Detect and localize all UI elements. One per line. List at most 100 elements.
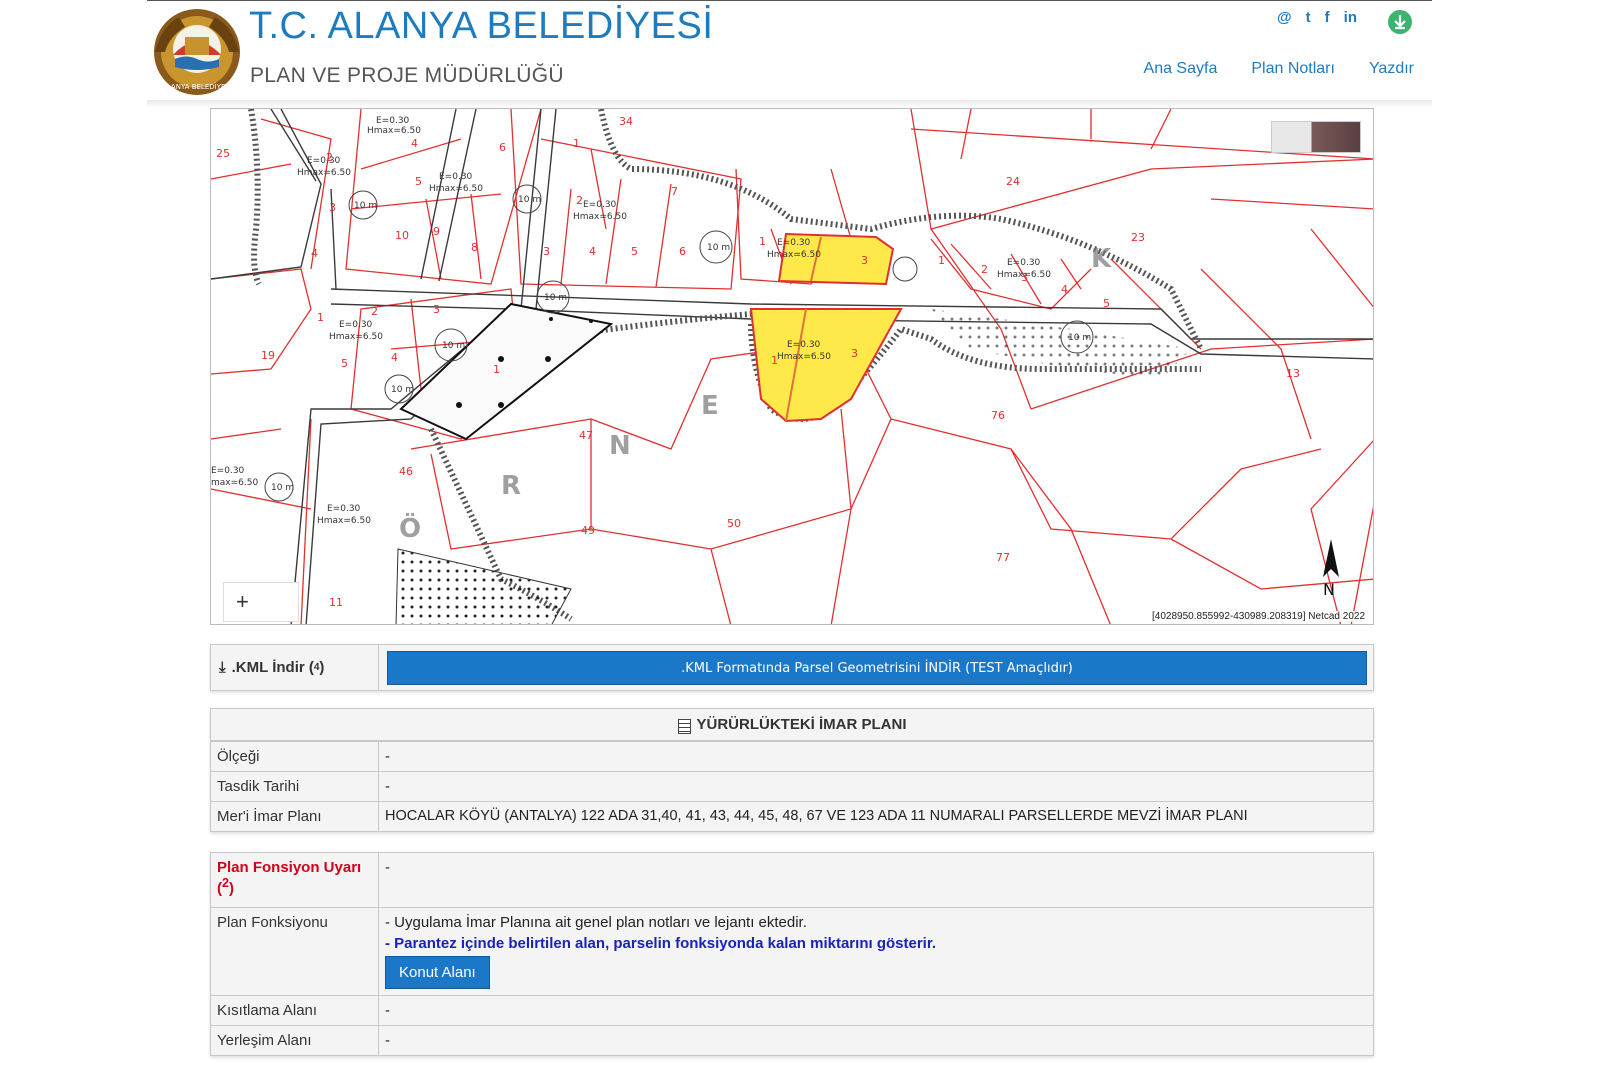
zoom-control: + — [223, 582, 299, 622]
download-arrow-icon: ⤓ — [219, 659, 226, 676]
svg-text:3: 3 — [851, 347, 858, 360]
plan-function-label: Plan Fonksiyonu — [211, 908, 379, 995]
svg-text:3: 3 — [433, 303, 440, 316]
nav-plan-notes[interactable]: Plan Notları — [1251, 60, 1335, 78]
svg-text:E=0.30: E=0.30 — [211, 466, 245, 476]
svg-text:1: 1 — [573, 137, 580, 150]
svg-text:E=0.30: E=0.30 — [787, 340, 821, 350]
zoning-plan-header: YÜRÜRLÜKTEKİ İMAR PLANI — [211, 709, 1373, 741]
map-canvas[interactable]: 253424 231376 774746 495019 1123 445 6 12… — [211, 109, 1374, 625]
svg-text:6: 6 — [679, 245, 686, 258]
svg-text:10 m: 10 m — [518, 195, 541, 205]
nav-home[interactable]: Ana Sayfa — [1144, 60, 1218, 78]
twitter-icon[interactable]: t — [1306, 9, 1311, 26]
svg-text:E=0.30: E=0.30 — [307, 156, 341, 166]
header-divider — [147, 100, 1432, 108]
plan-function-note: - Uygulama İmar Planına ait genel plan n… — [385, 914, 807, 931]
svg-text:2: 2 — [981, 263, 988, 276]
svg-text:E=0.30: E=0.30 — [583, 200, 617, 210]
svg-text:E: E — [701, 391, 719, 421]
document-icon — [677, 719, 691, 734]
svg-text:5: 5 — [1103, 297, 1110, 310]
kml-label-text: .KML İndir ( — [231, 659, 314, 676]
zoning-plan-table: YÜRÜRLÜKTEKİ İMAR PLANI Ölçeği - Tasdik … — [210, 708, 1374, 832]
site-title: T.C. ALANYA BELEDİYESİ — [249, 5, 714, 47]
residential-area-button[interactable]: Konut Alanı — [385, 956, 490, 989]
table-row: Plan Fonsiyon Uyarı (2) - — [211, 853, 1373, 907]
svg-text:K: K — [1091, 244, 1112, 274]
row-label: Mer'i İmar Planı — [211, 802, 379, 831]
svg-text:Hmax=6.50: Hmax=6.50 — [997, 270, 1051, 280]
svg-text:3: 3 — [861, 254, 868, 267]
svg-text:1: 1 — [759, 235, 766, 248]
svg-text:23: 23 — [1131, 231, 1145, 244]
svg-text:8: 8 — [471, 241, 478, 254]
svg-text:47: 47 — [579, 429, 593, 442]
linkedin-icon[interactable]: in — [1344, 9, 1357, 26]
svg-text:E=0.30: E=0.30 — [327, 504, 361, 514]
facebook-icon[interactable]: f — [1325, 9, 1330, 26]
svg-text:4: 4 — [391, 351, 398, 364]
svg-text:11: 11 — [329, 596, 343, 609]
svg-text:46: 46 — [399, 465, 413, 478]
svg-text:49: 49 — [581, 524, 595, 537]
svg-text:10 m: 10 m — [544, 293, 567, 303]
row-value: - — [385, 748, 390, 765]
svg-text:76: 76 — [991, 409, 1005, 422]
svg-text:5: 5 — [341, 357, 348, 370]
svg-text:10 m: 10 m — [354, 201, 377, 211]
download-icon[interactable] — [1388, 10, 1412, 34]
svg-text:24: 24 — [1006, 175, 1020, 188]
plan-function-value: - Uygulama İmar Planına ait genel plan n… — [379, 908, 1373, 995]
fenced-parcel — [399, 302, 614, 441]
svg-text:3: 3 — [543, 245, 550, 258]
settlement-value: - — [385, 1032, 390, 1049]
svg-text:34: 34 — [619, 115, 633, 128]
svg-text:Hmax=6.50: Hmax=6.50 — [429, 184, 483, 194]
svg-text:E=0.30: E=0.30 — [1007, 258, 1041, 268]
svg-text:2: 2 — [371, 305, 378, 318]
svg-text:3: 3 — [329, 201, 336, 214]
table-row: Plan Fonksiyonu - Uygulama İmar Planına … — [211, 907, 1373, 995]
north-arrow: N — [1323, 539, 1339, 599]
row-value: - — [385, 778, 390, 795]
email-icon[interactable]: @ — [1277, 9, 1292, 26]
svg-text:4: 4 — [411, 137, 418, 150]
svg-text:2: 2 — [576, 194, 583, 207]
svg-text:7: 7 — [671, 185, 678, 198]
zoning-plan-title: YÜRÜRLÜKTEKİ İMAR PLANI — [696, 716, 907, 733]
svg-text:10 m: 10 m — [442, 341, 465, 351]
svg-text:E=0.30: E=0.30 — [339, 320, 373, 330]
svg-text:13: 13 — [1286, 367, 1300, 380]
kml-download-button[interactable]: .KML Formatında Parsel Geometrisini İNDİ… — [387, 651, 1367, 685]
svg-text:Hmax=6.50: Hmax=6.50 — [317, 516, 371, 526]
site-subtitle: PLAN VE PROJE MÜDÜRLÜĞÜ — [250, 64, 564, 87]
svg-text:10 m: 10 m — [707, 243, 730, 253]
municipality-logo[interactable]: ALANYA BELEDİYESİ — [151, 7, 243, 97]
settlement-label: Yerleşim Alanı — [211, 1026, 379, 1055]
logo-text: ALANYA BELEDİYESİ — [162, 82, 232, 91]
zoom-in-button[interactable]: + — [236, 589, 249, 615]
north-label: N — [1323, 580, 1335, 599]
svg-text:E=0.30: E=0.30 — [439, 172, 473, 182]
parcel-map[interactable]: 25 34 24 23 13 76 77 47 46 49 50 19 11 2 3 445 612… — [210, 108, 1374, 625]
table-row: Tasdik Tarihi - — [211, 771, 1373, 801]
svg-text:E=0.30: E=0.30 — [777, 238, 811, 248]
table-row: Ölçeği - — [211, 741, 1373, 771]
kml-download-row: ⤓ .KML İndir (4) .KML Formatında Parsel … — [210, 644, 1374, 691]
row-label: Ölçeği — [211, 742, 379, 771]
main-nav: Ana Sayfa Plan Notları Yazdır — [1144, 60, 1414, 78]
svg-text:R: R — [501, 471, 521, 501]
site-header: ALANYA BELEDİYESİ T.C. ALANYA BELEDİYESİ… — [147, 0, 1432, 104]
plan-function-table: Plan Fonsiyon Uyarı (2) - Plan Fonksiyonu… — [210, 852, 1374, 1056]
coordinate-readout: [4028950.855992-430989.208319] Netcad 20… — [1150, 611, 1367, 622]
svg-text:6: 6 — [499, 141, 506, 154]
basemap-thumbnail[interactable] — [1271, 121, 1361, 153]
nav-print[interactable]: Yazdır — [1369, 60, 1414, 78]
function-warning-value: - — [385, 859, 390, 876]
function-warning-text: Plan Fonsiyon Uyarı — [217, 859, 362, 876]
svg-text:10: 10 — [395, 229, 409, 242]
svg-text:25: 25 — [216, 147, 230, 160]
svg-text:5: 5 — [631, 245, 638, 258]
svg-text:Hmax=6.50: Hmax=6.50 — [367, 126, 421, 136]
